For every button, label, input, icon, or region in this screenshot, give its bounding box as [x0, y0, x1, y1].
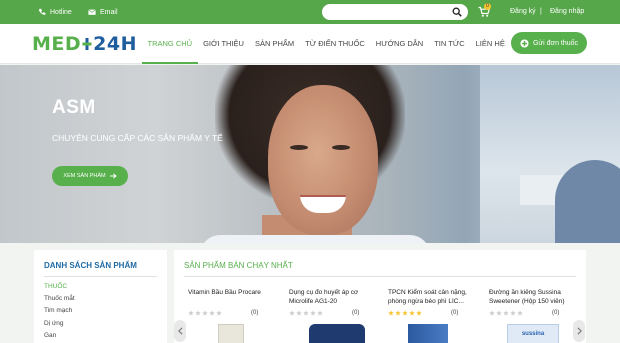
star-icon	[195, 310, 201, 316]
product-review-count: (0)	[251, 310, 259, 316]
star-icon	[310, 310, 316, 316]
star-icon	[416, 310, 422, 316]
hero-woman-shirt	[200, 235, 430, 243]
hero-title: ASM	[52, 97, 96, 118]
product-review-count: (0)	[451, 310, 459, 316]
star-icon	[503, 310, 509, 316]
hero-background-person	[555, 160, 620, 243]
search-icon[interactable]	[452, 7, 462, 17]
auth-separator: |	[540, 8, 542, 15]
product-rating: (0)	[289, 310, 381, 316]
star-icon	[289, 310, 295, 316]
hotline-link[interactable]: Hotline	[38, 8, 72, 16]
logo-plus-icon	[82, 38, 92, 50]
star-icon	[409, 310, 415, 316]
register-link[interactable]: Đăng ký	[510, 8, 536, 15]
product-image[interactable]	[309, 324, 365, 343]
star-icon	[510, 310, 516, 316]
star-icon	[496, 310, 502, 316]
send-prescription-label: Gửi đơn thuốc	[532, 39, 579, 47]
product-name[interactable]: Đường ăn kiêng Sussina Sweetener (Hộp 15…	[489, 288, 581, 308]
menu-item-guide[interactable]: HƯỚNG DẪN	[370, 24, 428, 64]
main-menu: TRANG CHỦ GIỚI THIỆU SẢN PHẨM TỪ ĐIỂN TH…	[142, 24, 510, 64]
search-input[interactable]	[322, 4, 442, 20]
menu-item-news[interactable]: TIN TỨC	[429, 24, 470, 64]
product-card[interactable]: Vitamin Bầu Bầu Procare (0)	[188, 288, 280, 343]
product-rating: (0)	[388, 310, 480, 316]
main-navbar: MED 24H TRANG CHỦ GIỚI THIỆU SẢN PHẨM TỪ…	[0, 24, 620, 64]
hero-banner	[0, 65, 620, 243]
product-image[interactable]	[408, 324, 448, 343]
product-image[interactable]	[218, 324, 244, 343]
logo-text-24h: 24H	[93, 33, 138, 55]
star-icon	[209, 310, 215, 316]
star-icon	[188, 310, 194, 316]
bestsellers-title: SẢN PHẨM BÁN CHẠY NHẤT	[184, 261, 293, 270]
star-icon	[402, 310, 408, 316]
hero-woman-eye-left	[290, 145, 308, 150]
cart-count-badge: 0	[484, 3, 491, 10]
product-name[interactable]: Dụng cụ đo huyết áp cơ Microlife AG1-20	[289, 288, 381, 308]
bestsellers-divider	[184, 276, 576, 277]
menu-item-products[interactable]: SẢN PHẨM	[249, 24, 299, 64]
star-icon	[388, 310, 394, 316]
category-divider	[44, 276, 157, 277]
email-label: Email	[100, 8, 118, 16]
star-icon	[317, 310, 323, 316]
category-item[interactable]: Thuốc mắt	[44, 295, 75, 302]
star-icon	[216, 310, 222, 316]
view-products-label: XEM SẢN PHẨM	[63, 173, 106, 179]
product-rating: (0)	[489, 310, 581, 316]
carousel-next-button[interactable]	[573, 320, 585, 342]
carousel-prev-button[interactable]	[174, 320, 186, 342]
email-link[interactable]: Email	[88, 8, 118, 16]
hero-subtitle: CHUYÊN CUNG CẤP CÁC SẢN PHẨM Y TẾ	[52, 133, 223, 143]
menu-item-home[interactable]: TRANG CHỦ	[142, 24, 198, 64]
login-link[interactable]: Đăng nhập	[550, 8, 584, 15]
star-icon	[489, 310, 495, 316]
star-icon	[202, 310, 208, 316]
star-icon	[395, 310, 401, 316]
product-rating: (0)	[188, 310, 280, 316]
prescription-icon	[520, 38, 529, 48]
site-logo[interactable]: MED 24H	[32, 33, 137, 55]
hero-woman-eye-right	[332, 145, 350, 150]
logo-text-med: MED	[32, 33, 82, 55]
phone-icon	[38, 8, 46, 15]
send-prescription-button[interactable]: Gửi đơn thuốc	[511, 32, 587, 54]
hotline-label: Hotline	[50, 8, 72, 16]
top-bar: Hotline Email 0 Đăng ký | Đăng nhập	[0, 0, 620, 24]
chevron-left-icon	[177, 327, 182, 335]
arrow-right-icon	[109, 173, 117, 179]
category-item[interactable]: Gan	[44, 332, 56, 339]
category-panel: DANH SÁCH SẢN PHẨM THUỐC Thuốc mắt Tim m…	[34, 250, 167, 343]
menu-item-contact[interactable]: LIÊN HỆ	[470, 24, 510, 64]
product-review-count: (0)	[352, 310, 360, 316]
category-item[interactable]: THUỐC	[44, 283, 67, 290]
product-name[interactable]: TPCN Kiểm soát cân nặng, phòng ngừa béo …	[388, 288, 480, 308]
search-box	[322, 4, 468, 20]
menu-item-about[interactable]: GIỚI THIỆU	[198, 24, 250, 64]
product-card[interactable]: TPCN Kiểm soát cân nặng, phòng ngừa béo …	[388, 288, 480, 343]
menu-item-drug-dictionary[interactable]: TỪ ĐIỂN THUỐC	[300, 24, 371, 64]
product-review-count: (0)	[552, 310, 560, 316]
star-icon	[303, 310, 309, 316]
category-panel-title: DANH SÁCH SẢN PHẨM	[44, 261, 137, 270]
category-item[interactable]: Dị ứng	[44, 320, 64, 327]
chevron-right-icon	[577, 327, 582, 335]
product-card[interactable]: Đường ăn kiêng Sussina Sweetener (Hộp 15…	[489, 288, 581, 343]
product-image-label[interactable]: sussina	[507, 324, 559, 343]
product-name[interactable]: Vitamin Bầu Bầu Procare	[188, 288, 280, 308]
envelope-icon	[88, 9, 96, 15]
star-icon	[296, 310, 302, 316]
view-products-button[interactable]: XEM SẢN PHẨM	[52, 166, 128, 186]
product-card[interactable]: Dụng cụ đo huyết áp cơ Microlife AG1-20 …	[289, 288, 381, 343]
star-icon	[517, 310, 523, 316]
category-item[interactable]: Tim mạch	[44, 307, 72, 314]
